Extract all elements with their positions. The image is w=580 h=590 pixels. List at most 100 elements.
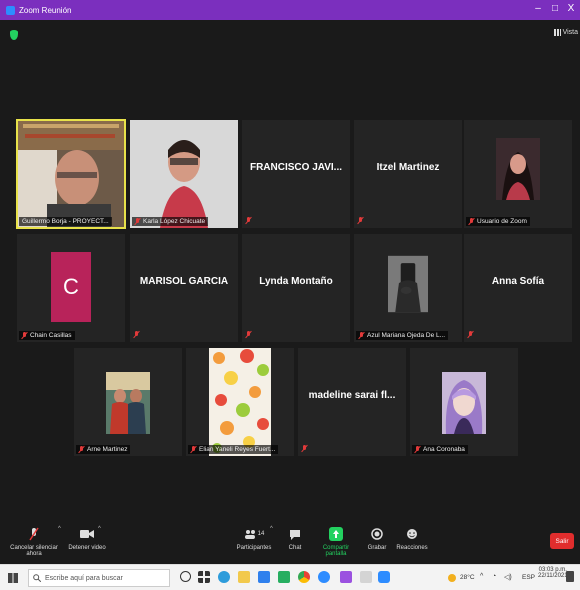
network-icon[interactable]: ◔ [492, 573, 496, 580]
taskbar-search-box[interactable]: Escribe aquí para buscar [28, 569, 170, 587]
mic-muted-icon [468, 331, 474, 338]
participants-count: 14 [257, 531, 265, 537]
window-title: Zoom Reunión [19, 5, 72, 15]
stop-video-label: Detener video [68, 545, 106, 551]
participant-name: Karla López Chicuate [132, 217, 209, 226]
video-options-caret-icon[interactable]: ^ [98, 526, 101, 532]
cortana-icon[interactable] [180, 571, 191, 582]
chat-label: Chat [288, 545, 302, 551]
unmute-button[interactable]: Cancelar silenciar ahora [6, 526, 62, 557]
language-indicator[interactable]: ESP [522, 574, 535, 581]
microphone-muted-icon [29, 527, 39, 541]
meeting-area: Vista Guillermo Borja - PROYECT... Karla… [0, 20, 580, 522]
mic-muted-icon [79, 446, 85, 453]
taskbar-clock[interactable]: 03:03 p.m. 22/11/2021 [538, 567, 568, 579]
profile-picture [106, 372, 150, 434]
participant-tile[interactable]: Anna Sofía [464, 234, 572, 342]
profile-picture [442, 372, 486, 434]
participant-tile[interactable]: Arne Martinez [74, 348, 182, 456]
file-explorer-icon[interactable] [238, 571, 250, 583]
participant-name: Usuario de Zoom [466, 217, 530, 226]
participant-name: Elian Yaneli Reyes Fuert... [188, 445, 279, 454]
participant-video [17, 120, 125, 228]
mic-muted-icon [134, 331, 140, 338]
participant-tile[interactable]: Ana Coronaba [410, 348, 518, 456]
participant-tile[interactable]: Lynda Montaño [242, 234, 350, 342]
participant-display-name: madeline sarai fl... [308, 390, 396, 401]
chrome-icon[interactable] [298, 571, 310, 583]
task-view-icon[interactable] [198, 571, 210, 583]
letter-avatar: C [51, 252, 91, 322]
mic-muted-icon [246, 217, 252, 224]
smiley-plus-icon [407, 529, 417, 539]
participant-tile[interactable]: MARISOL GARCIA [130, 234, 238, 342]
participants-caret-icon[interactable]: ^ [270, 526, 273, 532]
participant-display-name: Lynda Montaño [259, 276, 333, 287]
minimize-button[interactable]: – [532, 3, 544, 14]
profile-picture [388, 255, 428, 313]
participant-tile[interactable]: Guillermo Borja - PROYECT... [16, 119, 126, 229]
search-icon [33, 574, 41, 582]
mic-muted-icon [191, 446, 197, 453]
unmute-label: Cancelar silenciar ahora [10, 545, 58, 557]
participant-display-name: Itzel Martinez [376, 162, 440, 173]
video-camera-icon [80, 530, 94, 538]
participant-tile[interactable]: FRANCISCO JAVI... [242, 120, 350, 228]
participant-name: Azul Mariana Ojeda De L... [356, 331, 449, 340]
title-bar: Zoom Reunión – □ X [0, 0, 580, 20]
participant-image [209, 348, 271, 456]
participant-name: Arne Martinez [76, 445, 131, 454]
notifications-icon[interactable] [566, 571, 574, 582]
leave-button[interactable]: Salir [550, 533, 574, 549]
weather-temperature[interactable]: 28°C [460, 574, 475, 581]
reactions-label: Reacciones [396, 545, 428, 551]
participant-tile[interactable]: Itzel Martinez [354, 120, 462, 228]
share-screen-button[interactable]: Compartir pantalla [312, 526, 360, 557]
close-button[interactable]: X [565, 3, 577, 14]
record-icon [371, 528, 383, 540]
volume-icon[interactable]: ◁) [504, 573, 512, 581]
participants-button[interactable]: 14 Participantes [236, 526, 272, 551]
view-label: Vista [562, 29, 578, 36]
onenote-icon[interactable] [340, 571, 352, 583]
share-screen-label: Compartir pantalla [322, 545, 350, 557]
participants-label: Participantes [236, 545, 272, 551]
security-shield-icon[interactable] [10, 30, 18, 40]
participant-tile[interactable]: C Chain Casillas [17, 234, 125, 342]
participant-video [130, 120, 238, 228]
zoom-app-icon [6, 5, 15, 15]
store-icon[interactable] [258, 571, 270, 583]
excel-icon[interactable] [278, 571, 290, 583]
taskbar-search-placeholder: Escribe aquí para buscar [45, 574, 123, 582]
windows-taskbar: Escribe aquí para buscar 28°C ^ ◔ ◁) ESP… [0, 564, 580, 590]
mic-muted-icon [359, 332, 365, 339]
record-button[interactable]: Grabar [366, 526, 388, 551]
audio-options-caret-icon[interactable]: ^ [58, 526, 61, 532]
participant-tile[interactable]: Usuario de Zoom [464, 120, 572, 228]
edge-browser-icon[interactable] [218, 571, 230, 583]
reactions-button[interactable]: Reacciones [396, 526, 428, 551]
tray-caret-icon[interactable]: ^ [480, 573, 483, 580]
mic-muted-icon [22, 332, 28, 339]
participant-tile[interactable]: Karla López Chicuate [130, 120, 238, 228]
grid-icon [553, 29, 561, 36]
mic-muted-icon [302, 445, 308, 452]
mic-muted-icon [246, 331, 252, 338]
participant-display-name: FRANCISCO JAVI... [249, 162, 343, 173]
participant-tile[interactable]: madeline sarai fl... [298, 348, 406, 456]
clock-date: 22/11/2021 [538, 573, 568, 579]
zoom-meeting-taskbar-icon[interactable] [378, 571, 390, 583]
participant-tile[interactable]: Elian Yaneli Reyes Fuert... [186, 348, 294, 456]
view-button[interactable]: Vista [553, 29, 578, 36]
participant-name: Guillermo Borja - PROYECT... [19, 217, 112, 226]
participant-display-name: Anna Sofía [491, 276, 545, 287]
maximize-button[interactable]: □ [549, 3, 561, 14]
weather-sun-icon[interactable] [448, 574, 456, 582]
file-icon[interactable] [360, 571, 372, 583]
windows-start-icon[interactable] [8, 573, 18, 583]
participants-icon [244, 530, 255, 539]
profile-picture [496, 138, 540, 200]
participant-tile[interactable]: Azul Mariana Ojeda De L... [354, 234, 462, 342]
chat-button[interactable]: Chat [284, 526, 306, 551]
zoom-taskbar-icon[interactable] [318, 571, 330, 583]
